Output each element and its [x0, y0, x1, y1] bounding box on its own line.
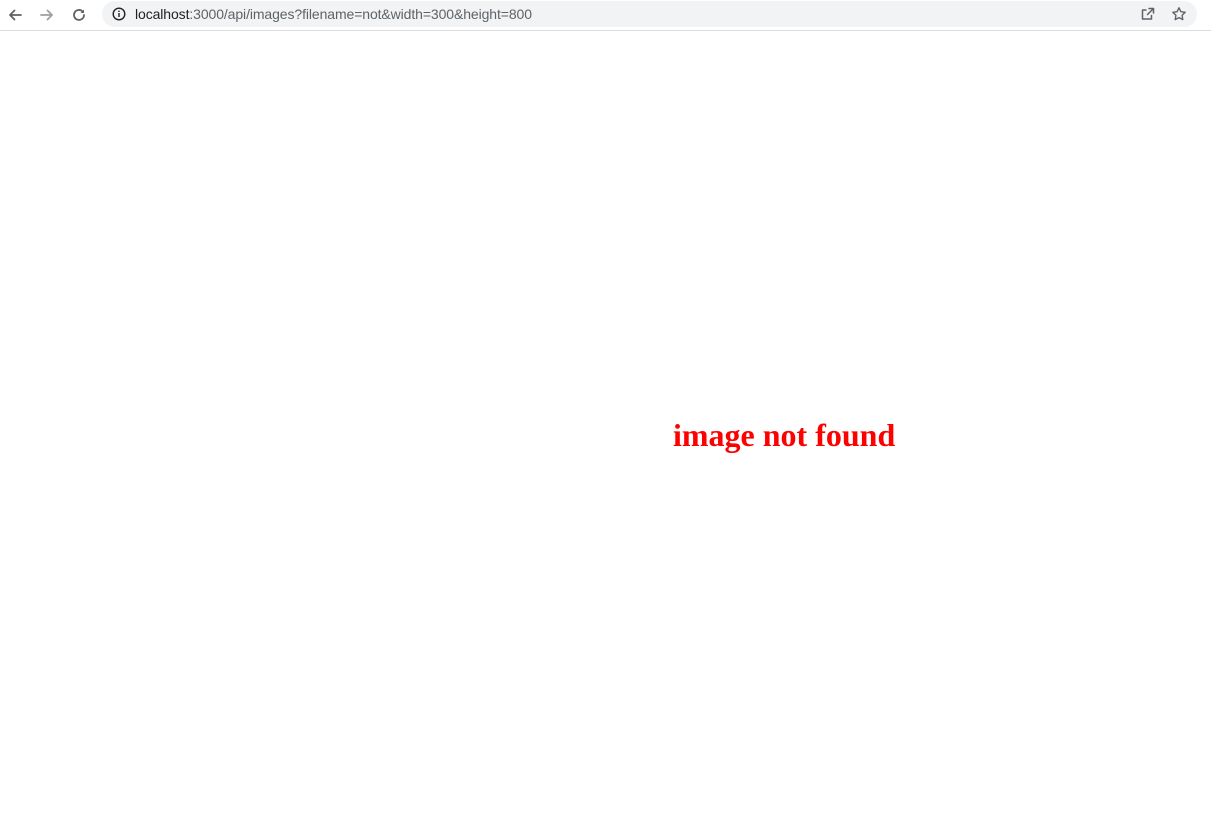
star-icon[interactable] [1170, 5, 1188, 23]
reload-button[interactable] [66, 2, 92, 28]
page-content: image not found [0, 31, 1211, 817]
error-message: image not found [673, 417, 896, 453]
reload-icon [71, 7, 87, 23]
url-path: :3000/api/images?filename=not&width=300&… [189, 6, 532, 22]
arrow-right-icon [39, 7, 55, 23]
info-icon[interactable] [111, 6, 127, 22]
arrow-left-icon [7, 7, 23, 23]
url-host: localhost [135, 6, 190, 22]
address-bar[interactable]: localhost:3000/api/images?filename=not&w… [102, 1, 1197, 27]
back-button[interactable] [2, 2, 28, 28]
url-text[interactable]: localhost:3000/api/images?filename=not&w… [135, 1, 532, 27]
forward-button[interactable] [34, 2, 60, 28]
browser-toolbar: localhost:3000/api/images?filename=not&w… [0, 0, 1211, 31]
share-icon[interactable] [1139, 5, 1157, 23]
